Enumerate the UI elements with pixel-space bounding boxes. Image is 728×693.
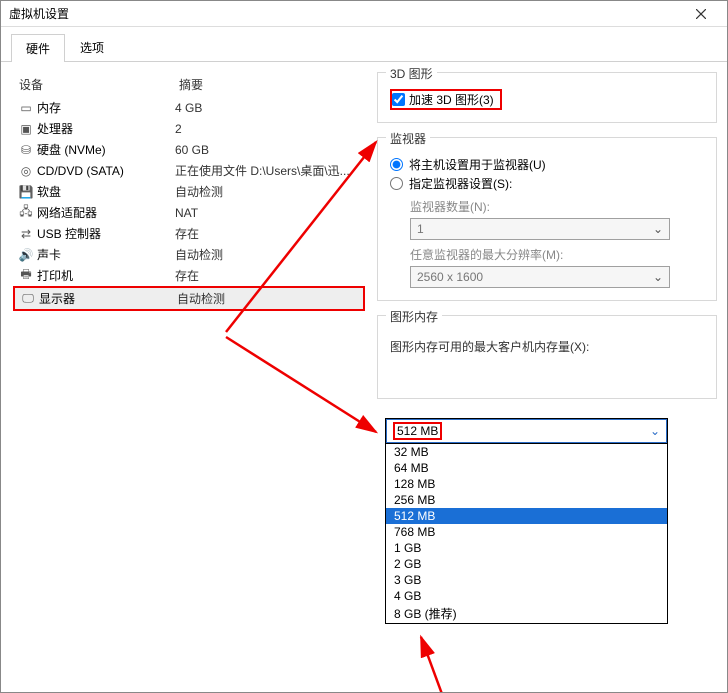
device-name: 声卡	[35, 246, 175, 263]
nic-icon: 🖧	[17, 206, 35, 220]
chevron-down-icon: ⌄	[650, 424, 660, 438]
accel-3d-highlight: 加速 3D 图形(3)	[390, 89, 502, 110]
monitor-count-select: 1 ⌄	[410, 218, 670, 240]
device-row[interactable]: ⛁硬盘 (NVMe)60 GB	[13, 139, 365, 160]
device-row[interactable]: 🖶打印机存在	[13, 265, 365, 286]
device-summary: NAT	[175, 206, 365, 220]
gmem-option-list: 32 MB64 MB128 MB256 MB512 MB768 MB1 GB2 …	[386, 443, 667, 623]
content: 设备 摘要 ▭内存4 GB▣处理器2⛁硬盘 (NVMe)60 GB◎CD/DVD…	[1, 62, 727, 693]
max-res-select: 2560 x 1600 ⌄	[410, 266, 670, 288]
gmem-option[interactable]: 2 GB	[386, 556, 667, 572]
device-summary: 自动检测	[175, 183, 365, 200]
device-name: 软盘	[35, 183, 175, 200]
device-name: CD/DVD (SATA)	[35, 164, 175, 178]
device-row[interactable]: 🔊声卡自动检测	[13, 244, 365, 265]
device-name: 内存	[35, 99, 175, 116]
sound-icon: 🔊	[17, 248, 35, 262]
annotation-arrow-3	[411, 632, 471, 693]
device-row[interactable]: ⇄USB 控制器存在	[13, 223, 365, 244]
device-name: 处理器	[35, 120, 175, 137]
gmem-max-label: 图形内存可用的最大客户机内存量(X):	[390, 338, 704, 355]
specify-radio[interactable]	[390, 177, 403, 190]
gmem-option[interactable]: 4 GB	[386, 588, 667, 604]
cpu-icon: ▣	[17, 122, 35, 136]
monitor-count-value: 1	[417, 222, 424, 236]
device-row[interactable]: 💾软盘自动检测	[13, 181, 365, 202]
settings-pane: 3D 图形 加速 3D 图形(3) 监视器 将主机设置用于监视器(U) 指定监视…	[371, 62, 727, 693]
device-row[interactable]: ◎CD/DVD (SATA)正在使用文件 D:\Users\桌面\迅...	[13, 160, 365, 181]
device-summary: 2	[175, 122, 365, 136]
tab-hardware[interactable]: 硬件	[11, 34, 65, 62]
device-summary: 正在使用文件 D:\Users\桌面\迅...	[175, 162, 365, 179]
gmem-option[interactable]: 128 MB	[386, 476, 667, 492]
device-summary: 存在	[175, 225, 365, 242]
display-icon: 🖵	[19, 292, 37, 306]
gmem-selected-row[interactable]: 512 MB ⌄	[386, 419, 667, 443]
vm-settings-window: 虚拟机设置 硬件 选项 设备 摘要 ▭内存4 GB▣处理器2⛁硬盘 (NVMe)…	[0, 0, 728, 693]
use-host-label[interactable]: 将主机设置用于监视器(U)	[409, 156, 546, 173]
window-title: 虚拟机设置	[9, 5, 69, 22]
device-summary: 自动检测	[177, 290, 363, 307]
group-gmem: 图形内存 图形内存可用的最大客户机内存量(X):	[377, 315, 717, 399]
header-device: 设备	[19, 76, 179, 93]
printer-icon: 🖶	[17, 269, 35, 283]
max-res-label: 任意监视器的最大分辨率(M):	[410, 246, 704, 263]
device-name: 打印机	[35, 267, 175, 284]
disk-icon: ⛁	[17, 143, 35, 157]
floppy-icon: 💾	[17, 185, 35, 199]
use-host-radio[interactable]	[390, 158, 403, 171]
accel-3d-label[interactable]: 加速 3D 图形(3)	[409, 91, 494, 108]
gmem-option[interactable]: 1 GB	[386, 540, 667, 556]
chevron-down-icon: ⌄	[653, 270, 663, 284]
gmem-option[interactable]: 768 MB	[386, 524, 667, 540]
max-res-value: 2560 x 1600	[417, 270, 483, 284]
group-3d-title: 3D 图形	[386, 65, 437, 82]
gmem-option[interactable]: 8 GB (推荐)	[386, 604, 667, 623]
device-list: ▭内存4 GB▣处理器2⛁硬盘 (NVMe)60 GB◎CD/DVD (SATA…	[13, 97, 365, 311]
gmem-dropdown[interactable]: 512 MB ⌄ 32 MB64 MB128 MB256 MB512 MB768…	[385, 418, 668, 624]
accel-3d-checkbox[interactable]	[392, 93, 405, 106]
device-header: 设备 摘要	[13, 72, 365, 97]
gmem-selected-value: 512 MB	[393, 422, 442, 440]
device-summary: 60 GB	[175, 143, 365, 157]
group-3d: 3D 图形 加速 3D 图形(3)	[377, 72, 717, 123]
device-summary: 自动检测	[175, 246, 365, 263]
usb-icon: ⇄	[17, 227, 35, 241]
chevron-down-icon: ⌄	[653, 222, 663, 236]
device-summary: 存在	[175, 267, 365, 284]
device-pane: 设备 摘要 ▭内存4 GB▣处理器2⛁硬盘 (NVMe)60 GB◎CD/DVD…	[1, 62, 371, 693]
gmem-option[interactable]: 3 GB	[386, 572, 667, 588]
device-name: 网络适配器	[35, 204, 175, 221]
device-summary: 4 GB	[175, 101, 365, 115]
gmem-option[interactable]: 256 MB	[386, 492, 667, 508]
close-icon	[696, 9, 706, 19]
gmem-option[interactable]: 64 MB	[386, 460, 667, 476]
gmem-option[interactable]: 32 MB	[386, 444, 667, 460]
monitor-count-label: 监视器数量(N):	[410, 198, 704, 215]
memory-icon: ▭	[17, 101, 35, 115]
group-gmem-title: 图形内存	[386, 308, 442, 325]
device-name: 显示器	[37, 290, 177, 307]
group-monitor-title: 监视器	[386, 130, 430, 147]
cd-icon: ◎	[17, 164, 35, 178]
device-name: 硬盘 (NVMe)	[35, 141, 175, 158]
tabs: 硬件 选项	[1, 27, 727, 62]
header-summary: 摘要	[179, 76, 359, 93]
gmem-option[interactable]: 512 MB	[386, 508, 667, 524]
titlebar: 虚拟机设置	[1, 1, 727, 27]
specify-label[interactable]: 指定监视器设置(S):	[409, 175, 512, 192]
device-row[interactable]: ▭内存4 GB	[13, 97, 365, 118]
group-monitor: 监视器 将主机设置用于监视器(U) 指定监视器设置(S): 监视器数量(N): …	[377, 137, 717, 301]
device-row[interactable]: 🖵显示器自动检测	[13, 286, 365, 311]
device-row[interactable]: 🖧网络适配器NAT	[13, 202, 365, 223]
close-button[interactable]	[683, 1, 719, 27]
tab-options[interactable]: 选项	[65, 33, 119, 61]
device-name: USB 控制器	[35, 225, 175, 242]
device-row[interactable]: ▣处理器2	[13, 118, 365, 139]
